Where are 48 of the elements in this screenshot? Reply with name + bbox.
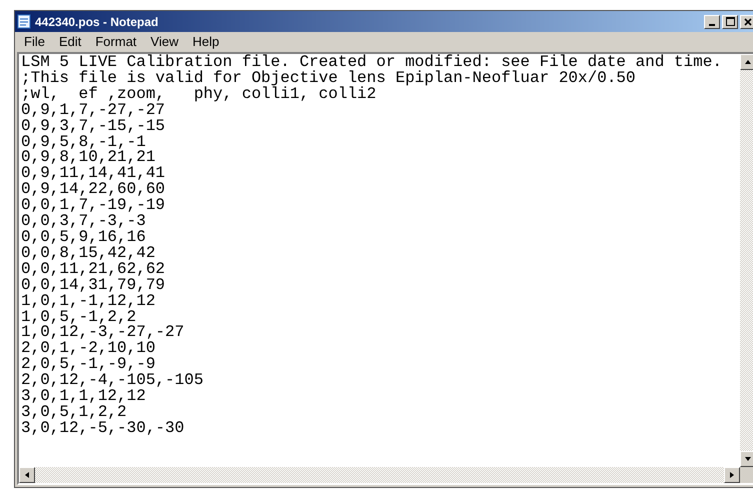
text-line: 2,0,1,-2,10,10 bbox=[21, 341, 156, 358]
text-line: LSM 5 LIVE Calibration file. Created or modified: see File date and time. bbox=[21, 55, 722, 71]
text-line: 2,0,5,-1,-9,-9 bbox=[21, 357, 156, 374]
text-line: 0,0,14,31,79,79 bbox=[21, 278, 166, 294]
minimize-button[interactable] bbox=[704, 14, 720, 28]
text-line: 0,0,11,21,62,62 bbox=[21, 262, 166, 278]
up-arrow-icon bbox=[745, 59, 751, 65]
horizontal-scrollbar[interactable] bbox=[19, 467, 740, 483]
text-line: 3,0,12,-5,-30,-30 bbox=[21, 420, 184, 437]
notepad-icon bbox=[17, 14, 31, 29]
minimize-icon bbox=[709, 24, 715, 26]
size-grip[interactable] bbox=[740, 467, 753, 483]
scroll-down-button[interactable] bbox=[740, 451, 753, 467]
text-line: ;This file is valid for Objective lens Epiplan-Neofluar 20x/0.50 bbox=[21, 70, 636, 87]
text-line: 1,0,12,-3,-27,-27 bbox=[21, 325, 184, 342]
window-title: 442340.pos - Notepad bbox=[35, 14, 160, 28]
text-line: 0,9,3,7,-15,-15 bbox=[21, 118, 166, 135]
text-line: 0,9,11,14,41,41 bbox=[21, 166, 166, 182]
menu-item[interactable]: View bbox=[144, 34, 186, 49]
left-arrow-icon bbox=[24, 472, 30, 478]
text-line: 0,0,5,9,16,16 bbox=[21, 230, 146, 246]
menu-item[interactable]: Format bbox=[88, 34, 144, 49]
text-line: 1,0,5,-1,2,2 bbox=[21, 310, 136, 326]
text-line: 0,9,8,10,21,21 bbox=[21, 150, 156, 166]
scroll-up-button[interactable] bbox=[740, 54, 753, 70]
text-line: 0,0,1,7,-19,-19 bbox=[21, 198, 166, 214]
text-line: 3,0,5,1,2,2 bbox=[21, 404, 127, 421]
text-line: 0,9,5,8,-1,-1 bbox=[21, 134, 146, 150]
text-line: 0,9,14,22,60,60 bbox=[21, 182, 166, 198]
scroll-right-button[interactable] bbox=[724, 467, 740, 483]
scroll-left-button[interactable] bbox=[19, 467, 35, 483]
text-line: ;wl, ef ,zoom, phy, colli1, colli2 bbox=[21, 86, 376, 103]
maximize-icon bbox=[726, 17, 734, 26]
right-arrow-icon bbox=[729, 472, 735, 478]
text-line: 0,0,8,15,42,42 bbox=[21, 246, 156, 262]
text-line: 3,0,1,1,12,12 bbox=[21, 389, 146, 405]
vertical-scrollbar[interactable] bbox=[740, 54, 753, 467]
maximize-button[interactable] bbox=[722, 14, 738, 28]
text-line: 0,0,3,7,-3,-3 bbox=[21, 214, 146, 230]
close-button[interactable] bbox=[740, 14, 753, 28]
text-line: 1,0,1,-1,12,12 bbox=[21, 294, 156, 310]
menu-item[interactable]: Edit bbox=[52, 34, 88, 49]
menu-item[interactable]: Help bbox=[185, 34, 226, 49]
text-line: 2,0,12,-4,-105,-105 bbox=[21, 373, 204, 390]
down-arrow-icon bbox=[745, 456, 751, 462]
close-icon bbox=[744, 18, 752, 26]
menu-item[interactable]: File bbox=[17, 34, 52, 49]
text-line: 0,9,1,7,-27,-27 bbox=[21, 102, 166, 119]
